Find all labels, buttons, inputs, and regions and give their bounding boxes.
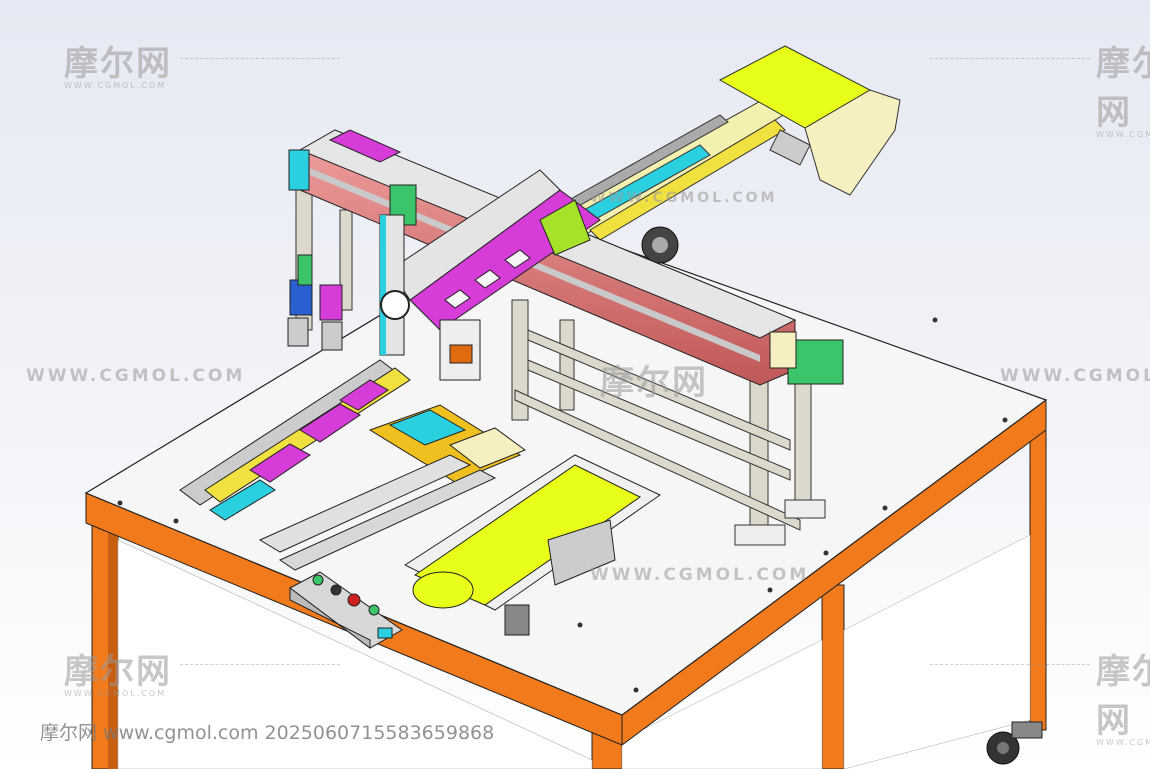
watermark-line-upper-center: WWW.CGMOL.COM (590, 190, 778, 206)
watermark-logo-sub: WWW.CGMOL.COM (64, 689, 167, 698)
button-green-1 (312, 574, 324, 586)
pulley (380, 290, 410, 320)
button-red (347, 593, 361, 607)
watermark-logo: 摩尔网 (64, 44, 172, 84)
button-black (330, 584, 342, 596)
watermark-line-center: WWW.CGMOL.COM (590, 565, 810, 585)
table-leg-right (1029, 419, 1047, 731)
watermark-logo-sub: WWW.CGMOL.COM (1096, 738, 1150, 747)
watermark-top-left: 摩尔网 WWW.CGMOL.COM (64, 36, 172, 90)
watermark-logo: 摩尔网 (64, 652, 172, 692)
button-green-2 (368, 604, 380, 616)
watermark-bottom-right: 摩尔网 WWW.CGMOL.COM (1096, 644, 1150, 747)
watermark-logo: 摩尔网 (1096, 44, 1150, 133)
watermark-bottom-left: 摩尔网 WWW.CGMOL.COM (64, 644, 172, 698)
watermark-logo-sub: WWW.CGMOL.COM (64, 81, 167, 90)
watermark-line-right: WWW.CGMOL.COM (1000, 366, 1150, 386)
watermark-top-right: 摩尔网 WWW.CGMOL.COM (1096, 36, 1150, 139)
footer-watermark-text: 摩尔网 www.cgmol.com 2025060715583659868 (40, 722, 495, 744)
table-leg-mid (821, 584, 845, 769)
watermark-logo-sub: WWW.CGMOL.COM (1096, 130, 1150, 139)
watermark-line-left: WWW.CGMOL.COM (26, 366, 246, 386)
watermark-center: 摩尔网 (600, 355, 708, 404)
watermark-logo: 摩尔网 (1096, 652, 1150, 741)
gantry-end-cap (288, 149, 310, 191)
watermark-logo: 摩尔网 (600, 363, 708, 403)
